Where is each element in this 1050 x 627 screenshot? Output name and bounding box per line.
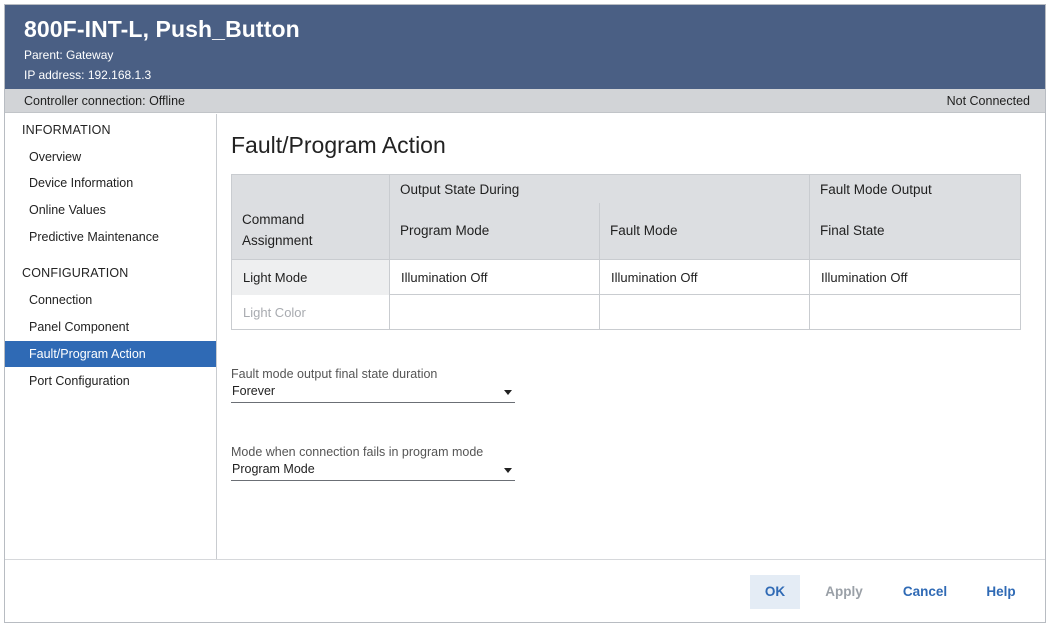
sidebar-item-port-configuration[interactable]: Port Configuration bbox=[5, 368, 216, 394]
column-header-program-mode: Program Mode bbox=[400, 223, 490, 238]
chevron-down-icon bbox=[504, 468, 512, 473]
chevron-down-icon bbox=[504, 390, 512, 395]
row-label-light-color: Light Color bbox=[243, 305, 306, 320]
sidebar-heading-configuration: CONFIGURATION bbox=[22, 266, 129, 280]
duration-dropdown[interactable]: Forever bbox=[231, 381, 515, 403]
cell-light-color-program bbox=[390, 295, 599, 330]
sidebar-item-overview[interactable]: Overview bbox=[5, 144, 216, 170]
cell-light-color-final bbox=[810, 295, 1020, 330]
duration-label: Fault mode output final state duration bbox=[231, 367, 438, 381]
column-header-final-state: Final State bbox=[820, 223, 885, 238]
connection-fail-mode-value: Program Mode bbox=[232, 462, 315, 476]
main-content: Fault/Program Action Output State During… bbox=[218, 114, 1045, 559]
duration-value: Forever bbox=[232, 384, 276, 398]
dialog-header: 800F-INT-L, Push_Button Parent: Gateway … bbox=[5, 5, 1045, 89]
column-group-output-state: Output State During bbox=[400, 182, 520, 197]
column-header-command: Command bbox=[242, 212, 305, 227]
dialog-footer: OK Apply Cancel Help bbox=[5, 559, 1045, 622]
fault-program-table: Output State During Fault Mode Output Co… bbox=[231, 174, 1021, 330]
sidebar: INFORMATION Overview Device Information … bbox=[5, 114, 217, 559]
sidebar-item-device-information[interactable]: Device Information bbox=[5, 170, 216, 196]
cell-light-mode-fault[interactable]: Illumination Off bbox=[600, 260, 809, 295]
connection-state: Not Connected bbox=[946, 94, 1030, 108]
sidebar-heading-information: INFORMATION bbox=[22, 123, 111, 137]
cell-light-mode-program[interactable]: Illumination Off bbox=[390, 260, 599, 295]
sidebar-item-fault-program-action[interactable]: Fault/Program Action bbox=[5, 341, 216, 367]
sidebar-item-online-values[interactable]: Online Values bbox=[5, 197, 216, 223]
dialog-window: 800F-INT-L, Push_Button Parent: Gateway … bbox=[4, 4, 1046, 623]
apply-button[interactable]: Apply bbox=[817, 575, 871, 609]
sidebar-item-connection[interactable]: Connection bbox=[5, 287, 216, 313]
ok-button[interactable]: OK bbox=[750, 575, 800, 609]
device-title: 800F-INT-L, Push_Button bbox=[24, 16, 300, 42]
ip-address-label: IP address: 192.168.1.3 bbox=[24, 68, 152, 82]
help-button[interactable]: Help bbox=[977, 575, 1025, 609]
status-bar: Controller connection: Offline Not Conne… bbox=[5, 89, 1045, 113]
cancel-button[interactable]: Cancel bbox=[895, 575, 955, 609]
cell-light-color-fault bbox=[600, 295, 809, 330]
cell-light-mode-final[interactable]: Illumination Off bbox=[810, 260, 1020, 295]
parent-label: Parent: Gateway bbox=[24, 48, 114, 62]
column-group-fault-mode-output: Fault Mode Output bbox=[820, 182, 932, 197]
controller-connection-status: Controller connection: Offline bbox=[24, 94, 185, 108]
connection-fail-mode-dropdown[interactable]: Program Mode bbox=[231, 459, 515, 481]
connection-fail-mode-label: Mode when connection fails in program mo… bbox=[231, 445, 484, 459]
column-header-fault-mode: Fault Mode bbox=[610, 223, 678, 238]
sidebar-item-predictive-maintenance[interactable]: Predictive Maintenance bbox=[5, 224, 216, 250]
row-label-light-mode: Light Mode bbox=[232, 260, 389, 295]
page-title: Fault/Program Action bbox=[231, 132, 446, 158]
column-header-assignment: Assignment bbox=[242, 233, 313, 248]
sidebar-item-panel-component[interactable]: Panel Component bbox=[5, 314, 216, 340]
